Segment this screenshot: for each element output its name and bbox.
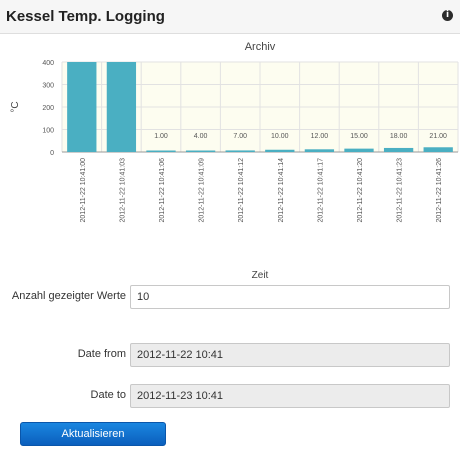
data-label: 18.00 — [390, 133, 408, 140]
data-label: 21.00 — [429, 133, 447, 140]
data-label: 12.00 — [311, 133, 329, 140]
chart-bar — [67, 62, 97, 152]
y-axis-title: °C — [10, 101, 21, 112]
data-label: 7.00 — [233, 133, 247, 140]
date-from-field[interactable]: 2012-11-22 10:41 — [130, 343, 450, 367]
data-label: 10.00 — [271, 133, 289, 140]
chart-bar — [423, 147, 453, 152]
chart-bar — [146, 150, 176, 152]
panel-title: Kessel Temp. Logging — [6, 8, 165, 25]
x-tick-label: 2012-11-22 10:41:06 — [159, 158, 166, 223]
x-tick-label: 2012-11-22 10:41:12 — [238, 158, 245, 223]
y-tick-label: 0 — [50, 150, 54, 157]
x-axis-title: Zeit — [252, 270, 269, 281]
y-tick-label: 400 — [42, 60, 54, 67]
chart-bar — [225, 150, 255, 152]
date-to-field[interactable]: 2012-11-23 10:41 — [130, 384, 450, 408]
date-to-label: Date to — [90, 389, 126, 401]
panel-header: Kessel Temp. Logging i — [0, 0, 460, 34]
data-label: 1.00 — [154, 133, 168, 140]
chart-bar — [383, 147, 414, 152]
chart-bar — [304, 149, 335, 152]
chart-bar — [344, 148, 374, 152]
x-tick-label: 2012-11-22 10:41:09 — [199, 158, 206, 223]
count-label: Anzahl gezeigter Werte — [11, 290, 126, 302]
x-tick-label: 2012-11-22 10:41:17 — [317, 158, 324, 223]
x-tick-label: 2012-11-22 10:41:14 — [278, 158, 285, 223]
chart-bar — [106, 62, 137, 152]
date-from-label: Date from — [77, 348, 126, 360]
chart-title: Archiv — [245, 41, 276, 53]
archive-chart: 0 100 200 300 400 1.00 4.00 7.00 10.00 12.00 15.00… — [10, 41, 459, 281]
count-input[interactable]: 10 — [130, 285, 450, 309]
update-button[interactable]: Aktualisieren — [20, 422, 166, 446]
x-tick-label: 2012-11-22 10:41:20 — [357, 158, 364, 223]
x-tick-label: 2012-11-22 10:41:26 — [436, 158, 443, 223]
x-tick-label: 2012-11-22 10:41:23 — [397, 158, 404, 223]
chart-bar — [265, 149, 295, 152]
chart-bar — [185, 150, 216, 152]
y-tick-label: 300 — [42, 83, 54, 90]
data-label: 15.00 — [350, 133, 368, 140]
data-label: 4.00 — [194, 133, 208, 140]
x-tick-label: 2012-11-22 10:41:00 — [80, 158, 87, 223]
y-tick-label: 200 — [42, 105, 54, 112]
x-tick-label: 2012-11-22 10:41:03 — [119, 158, 126, 223]
info-icon[interactable]: i — [442, 10, 453, 21]
y-tick-label: 100 — [42, 128, 54, 135]
panel-body: 0 100 200 300 400 1.00 4.00 7.00 10.00 12.00 15.00… — [0, 34, 460, 451]
